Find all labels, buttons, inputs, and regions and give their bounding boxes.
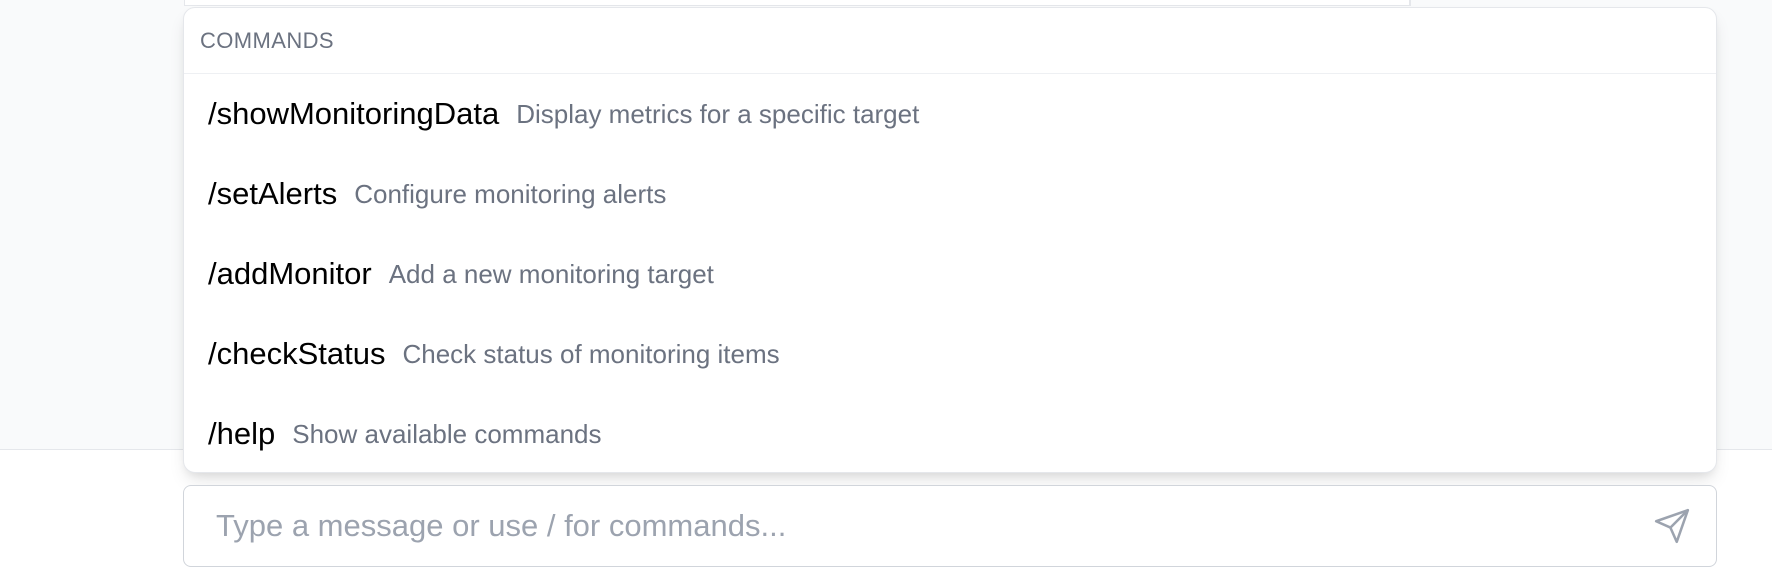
panel-divider (1410, 0, 1411, 6)
commands-popup: COMMANDS /showMonitoringData Display met… (183, 7, 1717, 473)
command-name: /setAlerts (208, 176, 338, 211)
command-item-showmonitoringdata[interactable]: /showMonitoringData Display metrics for … (184, 74, 1716, 154)
command-description: Add a new monitoring target (388, 258, 714, 289)
command-description: Configure monitoring alerts (354, 178, 667, 209)
message-composer (183, 485, 1717, 567)
message-card-edge (184, 0, 1410, 6)
command-name: /checkStatus (208, 336, 386, 371)
command-description: Display metrics for a specific target (516, 98, 920, 129)
command-item-setalerts[interactable]: /setAlerts Configure monitoring alerts (184, 154, 1716, 234)
send-icon (1653, 507, 1691, 545)
command-item-addmonitor[interactable]: /addMonitor Add a new monitoring target (184, 234, 1716, 314)
command-item-checkstatus[interactable]: /checkStatus Check status of monitoring … (184, 314, 1716, 394)
command-item-help[interactable]: /help Show available commands (184, 394, 1716, 472)
commands-header: COMMANDS (184, 8, 1716, 74)
commands-list: /showMonitoringData Display metrics for … (184, 74, 1716, 472)
command-name: /showMonitoringData (208, 96, 500, 131)
send-button[interactable] (1650, 504, 1694, 548)
command-description: Check status of monitoring items (402, 338, 780, 369)
command-description: Show available commands (292, 418, 602, 449)
message-input[interactable] (184, 485, 1650, 567)
command-name: /addMonitor (208, 256, 372, 291)
command-name: /help (208, 416, 276, 451)
